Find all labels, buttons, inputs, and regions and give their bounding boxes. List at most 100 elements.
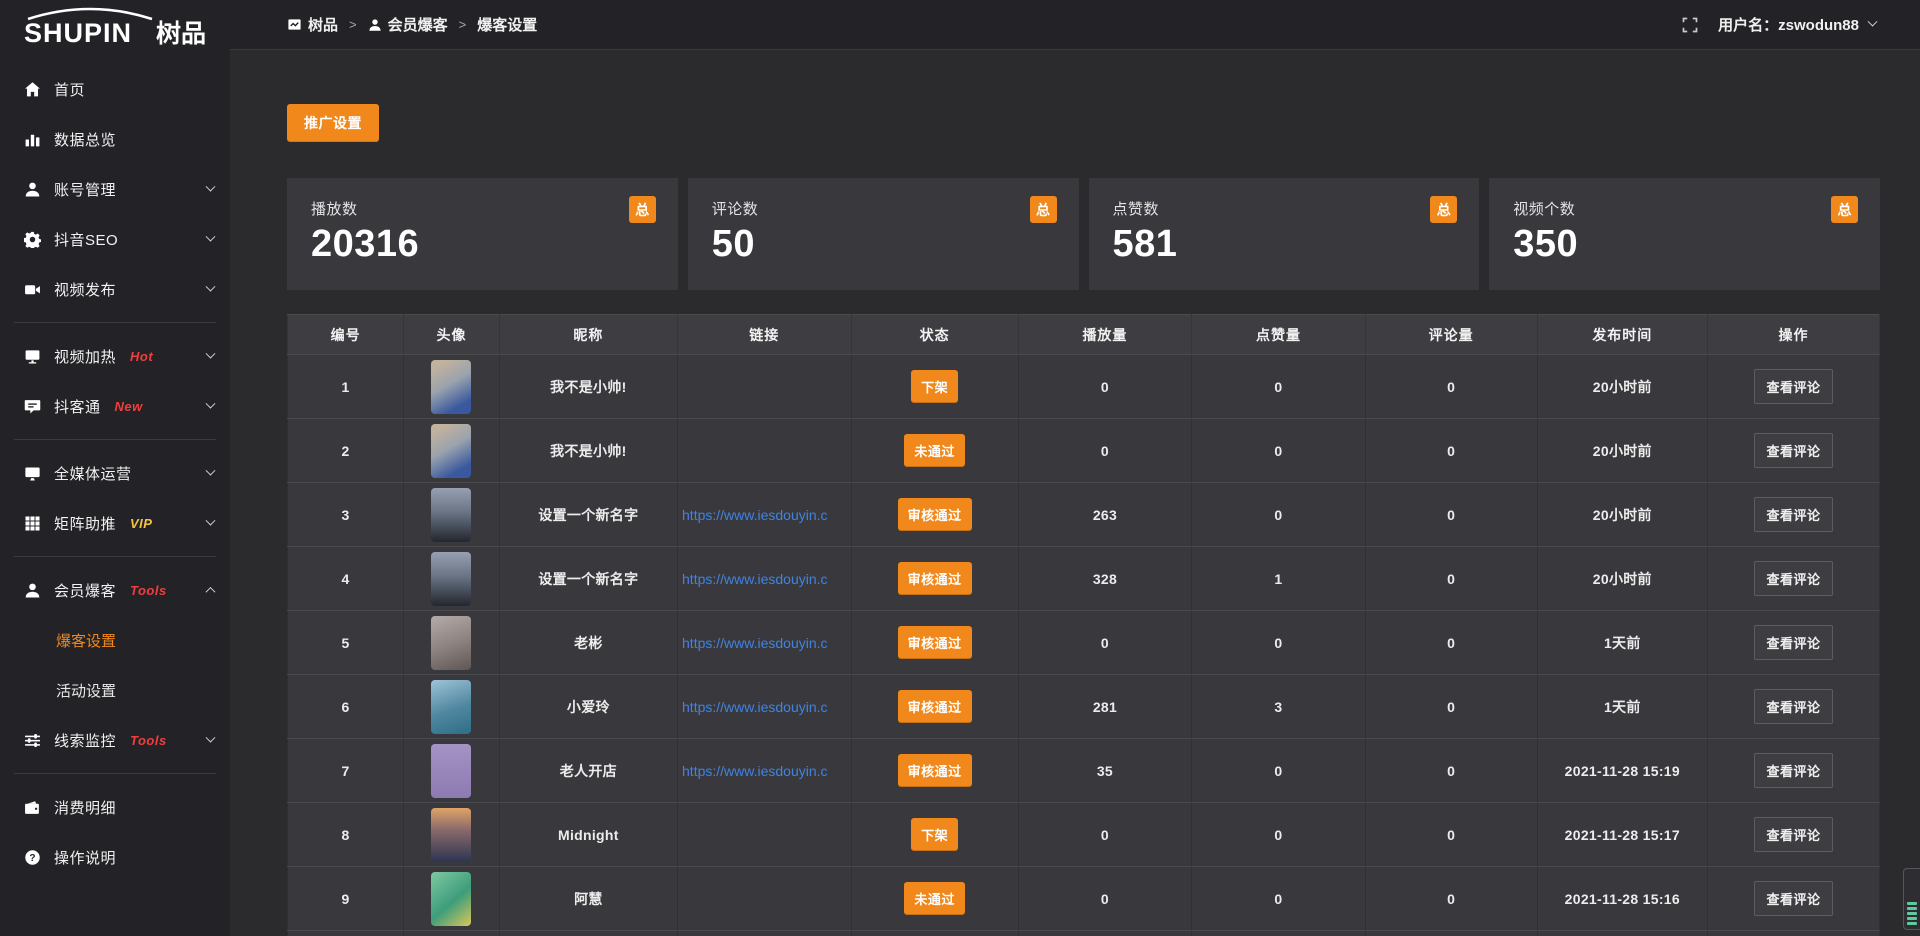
sidebar-item-omnimedia[interactable]: 全媒体运营 bbox=[0, 448, 230, 498]
menu-badge-tools: Tools bbox=[130, 583, 167, 598]
video-link[interactable]: https://www.iesdouyin.c bbox=[678, 699, 851, 715]
sidebar-item-douyin-seo[interactable]: 抖音SEO bbox=[0, 214, 230, 264]
sidebar-item-account[interactable]: 账号管理 bbox=[0, 164, 230, 214]
content: 推广设置 播放数 20316 总 评论数 50 总 点赞数 581 总 视频个数… bbox=[230, 50, 1920, 936]
avatar bbox=[431, 744, 471, 798]
fullscreen-icon[interactable] bbox=[1682, 17, 1698, 33]
sidebar-item-label: 操作说明 bbox=[54, 847, 116, 868]
view-comments-button[interactable]: 查看评论 bbox=[1754, 369, 1832, 404]
status-badge[interactable]: 审核通过 bbox=[898, 562, 972, 595]
sidebar-item-douketong[interactable]: 抖客通 New bbox=[0, 381, 230, 431]
sidebar-item-member-baoke[interactable]: 会员爆客 Tools bbox=[0, 565, 230, 615]
avatar bbox=[431, 616, 471, 670]
username: 用户名：zswodun88 bbox=[1718, 14, 1859, 35]
likes-count: 0 bbox=[1274, 891, 1282, 907]
stat-value: 20316 bbox=[311, 223, 654, 266]
nickname: 阿慧 bbox=[574, 891, 603, 907]
status-badge[interactable]: 审核通过 bbox=[898, 626, 972, 659]
status-badge[interactable]: 审核通过 bbox=[898, 754, 972, 787]
sidebar-item-label: 线索监控 bbox=[54, 730, 116, 751]
scroll-helper-widget[interactable] bbox=[1903, 868, 1920, 930]
col-action: 操作 bbox=[1707, 315, 1879, 355]
table-row: 8 Midnight 下架 0 0 0 2021-11-28 15:17 查看评… bbox=[288, 803, 1880, 867]
divider bbox=[14, 439, 216, 440]
view-comments-button[interactable]: 查看评论 bbox=[1754, 497, 1832, 532]
plays-count: 35 bbox=[1097, 763, 1113, 779]
sidebar-subitem-activity-settings[interactable]: 活动设置 bbox=[0, 665, 230, 715]
sidebar-item-data-overview[interactable]: 数据总览 bbox=[0, 114, 230, 164]
user-menu[interactable]: 用户名：zswodun88 bbox=[1718, 14, 1876, 35]
comments-count: 0 bbox=[1447, 571, 1455, 587]
publish-time: 20小时前 bbox=[1593, 507, 1652, 523]
view-comments-button[interactable]: 查看评论 bbox=[1754, 561, 1832, 596]
status-badge[interactable]: 未通过 bbox=[904, 882, 965, 915]
view-comments-button[interactable]: 查看评论 bbox=[1754, 881, 1832, 916]
status-badge[interactable]: 审核通过 bbox=[898, 690, 972, 723]
video-link[interactable]: https://www.iesdouyin.c bbox=[678, 507, 851, 523]
sidebar-item-video-publish[interactable]: 视频发布 bbox=[0, 264, 230, 314]
view-comments-button[interactable]: 查看评论 bbox=[1754, 433, 1832, 468]
col-time: 发布时间 bbox=[1537, 315, 1707, 355]
video-link[interactable]: https://www.iesdouyin.c bbox=[678, 571, 851, 587]
user-icon bbox=[368, 18, 382, 32]
sidebar-item-video-heat[interactable]: 视频加热 Hot bbox=[0, 331, 230, 381]
comments-count: 0 bbox=[1447, 763, 1455, 779]
likes-count: 0 bbox=[1274, 635, 1282, 651]
breadcrumb-label: 会员爆客 bbox=[388, 14, 448, 35]
sidebar-item-label: 会员爆客 bbox=[54, 580, 116, 601]
chevron-down-icon bbox=[206, 732, 216, 742]
view-comments-button[interactable]: 查看评论 bbox=[1754, 625, 1832, 660]
breadcrumb-label: 树品 bbox=[308, 14, 338, 35]
status-badge[interactable]: 审核通过 bbox=[898, 498, 972, 531]
brand-logo[interactable]: SHUPIN 树品 bbox=[0, 0, 230, 50]
table-row: 2 我不是小帅! 未通过 0 0 0 20小时前 查看评论 bbox=[288, 419, 1880, 483]
sidebar-item-label: 视频加热 bbox=[54, 346, 116, 367]
sidebar-subitem-baoke-settings[interactable]: 爆客设置 bbox=[0, 615, 230, 665]
sidebar-item-label: 数据总览 bbox=[54, 129, 116, 150]
avatar bbox=[431, 488, 471, 542]
table-row bbox=[288, 931, 1880, 936]
stat-label: 视频个数 bbox=[1513, 198, 1856, 219]
breadcrumb-item-root[interactable]: 树品 bbox=[287, 14, 338, 35]
video-table: 编号 头像 昵称 链接 状态 播放量 点赞量 评论量 发布时间 操作 1 bbox=[287, 314, 1880, 936]
view-comments-button[interactable]: 查看评论 bbox=[1754, 817, 1832, 852]
sliders-icon bbox=[24, 732, 41, 749]
col-nickname: 昵称 bbox=[499, 315, 677, 355]
promo-settings-button[interactable]: 推广设置 bbox=[287, 104, 379, 142]
plays-count: 0 bbox=[1101, 443, 1109, 459]
sidebar-item-label: 全媒体运营 bbox=[54, 463, 132, 484]
status-badge[interactable]: 下架 bbox=[911, 370, 958, 403]
sidebar-subitem-label: 活动设置 bbox=[56, 680, 116, 701]
sidebar-item-label: 抖客通 bbox=[54, 396, 101, 417]
video-link[interactable]: https://www.iesdouyin.c bbox=[678, 763, 851, 779]
chevron-down-icon bbox=[206, 281, 216, 291]
avatar bbox=[431, 872, 471, 926]
grid-icon bbox=[24, 515, 41, 532]
status-badge[interactable]: 未通过 bbox=[904, 434, 965, 467]
sidebar-item-clue-monitor[interactable]: 线索监控 Tools bbox=[0, 715, 230, 765]
video-link[interactable]: https://www.iesdouyin.c bbox=[678, 635, 851, 651]
divider bbox=[14, 773, 216, 774]
app-icon bbox=[287, 17, 302, 32]
stat-label: 播放数 bbox=[311, 198, 654, 219]
sidebar-item-matrix-boost[interactable]: 矩阵助推 VIP bbox=[0, 498, 230, 548]
view-comments-button[interactable]: 查看评论 bbox=[1754, 689, 1832, 724]
nickname: 设置一个新名字 bbox=[538, 571, 638, 587]
row-id: 5 bbox=[342, 635, 350, 651]
table-row: 9 阿慧 未通过 0 0 0 2021-11-28 15:16 查看评论 bbox=[288, 867, 1880, 931]
sidebar-item-home[interactable]: 首页 bbox=[0, 64, 230, 114]
plays-count: 0 bbox=[1101, 827, 1109, 843]
sidebar-item-instructions[interactable]: ? 操作说明 bbox=[0, 832, 230, 882]
publish-time: 1天前 bbox=[1604, 635, 1641, 651]
avatar bbox=[431, 424, 471, 478]
likes-count: 1 bbox=[1274, 571, 1282, 587]
breadcrumb-item-member[interactable]: 会员爆客 bbox=[368, 14, 448, 35]
comments-count: 0 bbox=[1447, 379, 1455, 395]
screen-icon bbox=[24, 348, 41, 365]
view-comments-button[interactable]: 查看评论 bbox=[1754, 753, 1832, 788]
status-badge[interactable]: 下架 bbox=[911, 818, 958, 851]
sidebar-item-label: 视频发布 bbox=[54, 279, 116, 300]
logo-text-en: SHUPIN bbox=[24, 18, 132, 48]
comments-count: 0 bbox=[1447, 507, 1455, 523]
sidebar-item-consumption-detail[interactable]: 消费明细 bbox=[0, 782, 230, 832]
